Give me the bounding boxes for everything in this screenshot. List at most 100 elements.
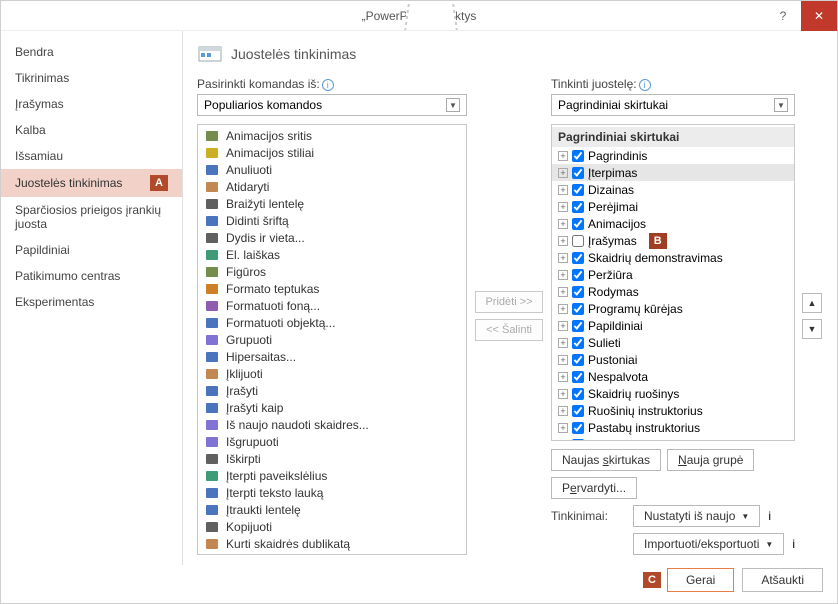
expand-icon[interactable]: +	[558, 236, 568, 246]
expand-icon[interactable]: +	[558, 338, 568, 348]
tab-checkbox[interactable]	[572, 303, 584, 315]
sidebar-item[interactable]: Bendra	[1, 39, 182, 65]
customize-ribbon-combo[interactable]: Pagrindiniai skirtukai ▼	[551, 94, 795, 116]
command-item[interactable]: Įrašyti	[198, 382, 466, 399]
tab-tree-item[interactable]: +Skaidrių demonstravimas	[552, 249, 794, 266]
command-item[interactable]: Figūros	[198, 263, 466, 280]
command-item[interactable]: Didinti šriftą	[198, 212, 466, 229]
expand-icon[interactable]: +	[558, 372, 568, 382]
tab-checkbox[interactable]	[572, 405, 584, 417]
expand-icon[interactable]: +	[558, 219, 568, 229]
tab-tree-item[interactable]: +Dizainas	[552, 181, 794, 198]
expand-icon[interactable]: +	[558, 253, 568, 263]
tab-tree-item[interactable]: +Pagrindinis	[552, 147, 794, 164]
command-item[interactable]: Formatuoti objektą...	[198, 314, 466, 331]
command-item[interactable]: Maketas	[198, 552, 466, 555]
tab-tree-item[interactable]: +Programų kūrėjas	[552, 300, 794, 317]
command-item[interactable]: Dydis ir vieta...	[198, 229, 466, 246]
tab-checkbox[interactable]	[572, 184, 584, 196]
command-item[interactable]: Atidaryti	[198, 178, 466, 195]
tab-tree-item[interactable]: +Pastabų instruktorius	[552, 419, 794, 436]
tab-checkbox[interactable]	[572, 167, 584, 179]
command-item[interactable]: Įterpti paveikslėlius	[198, 467, 466, 484]
expand-icon[interactable]: +	[558, 185, 568, 195]
new-group-button[interactable]: Nauja grupė	[667, 449, 754, 471]
command-item[interactable]: Kurti skaidrės dublikatą	[198, 535, 466, 552]
tab-checkbox[interactable]	[572, 354, 584, 366]
add-button[interactable]: Pridėti >>	[475, 291, 543, 313]
tab-tree-item[interactable]: +Įterpimas	[552, 164, 794, 181]
help-button[interactable]: ?	[765, 1, 801, 31]
info-icon[interactable]: i	[639, 79, 651, 91]
tab-checkbox[interactable]	[572, 422, 584, 434]
tab-checkbox[interactable]	[572, 388, 584, 400]
command-item[interactable]: Įterpti teksto lauką	[198, 484, 466, 501]
tab-tree-item[interactable]: +Nespalvota	[552, 368, 794, 385]
expand-icon[interactable]: +	[558, 406, 568, 416]
expand-icon[interactable]: +	[558, 423, 568, 433]
expand-icon[interactable]: +	[558, 202, 568, 212]
command-item[interactable]: Grupuoti	[198, 331, 466, 348]
tab-checkbox[interactable]	[572, 218, 584, 230]
commands-listbox[interactable]: Animacijos sritisAnimacijos stiliaiAnuli…	[197, 124, 467, 555]
cancel-button[interactable]: Atšaukti	[742, 568, 823, 592]
tab-tree-item[interactable]: +Peržiūra	[552, 266, 794, 283]
tab-tree-item[interactable]: +Perėjimai	[552, 198, 794, 215]
command-item[interactable]: Išgrupuoti	[198, 433, 466, 450]
expand-icon[interactable]: +	[558, 168, 568, 178]
tab-checkbox[interactable]	[572, 337, 584, 349]
tab-checkbox[interactable]	[572, 269, 584, 281]
move-up-button[interactable]: ▲	[802, 293, 822, 313]
command-item[interactable]: Iškirpti	[198, 450, 466, 467]
expand-icon[interactable]: +	[558, 321, 568, 331]
tab-tree-item[interactable]: +Pustoniai	[552, 351, 794, 368]
command-item[interactable]: Formatuoti foną...	[198, 297, 466, 314]
sidebar-item[interactable]: Sparčiosios prieigos įrankių juosta	[1, 197, 182, 237]
expand-icon[interactable]: +	[558, 355, 568, 365]
command-item[interactable]: Animacijos stiliai	[198, 144, 466, 161]
tab-tree-item[interactable]: +Rodymas	[552, 283, 794, 300]
sidebar-item[interactable]: Juostelės tinkinimasA	[1, 169, 182, 197]
tab-tree-item[interactable]: +ĮrašymasB	[552, 232, 794, 249]
tab-tree-item[interactable]: +Skaidrių ruošinys	[552, 385, 794, 402]
command-item[interactable]: Įtraukti lentelę	[198, 501, 466, 518]
tab-checkbox[interactable]	[572, 252, 584, 264]
command-item[interactable]: Animacijos sritis	[198, 127, 466, 144]
expand-icon[interactable]: +	[558, 287, 568, 297]
sidebar-item[interactable]: Išsamiau	[1, 143, 182, 169]
command-item[interactable]: Anuliuoti	[198, 161, 466, 178]
expand-icon[interactable]: +	[558, 304, 568, 314]
expand-icon[interactable]: +	[558, 389, 568, 399]
info-icon[interactable]: i	[792, 537, 795, 551]
tab-checkbox[interactable]	[572, 439, 584, 442]
reset-dropdown[interactable]: Nustatyti iš naujo ▼	[633, 505, 760, 527]
command-item[interactable]: El. laiškas	[198, 246, 466, 263]
tab-checkbox[interactable]	[572, 235, 584, 247]
ok-button[interactable]: Gerai	[667, 568, 734, 592]
command-item[interactable]: Hipersaitas...	[198, 348, 466, 365]
move-down-button[interactable]: ▼	[802, 319, 822, 339]
rename-button[interactable]: Pervardyti...	[551, 477, 637, 499]
info-icon[interactable]: i	[768, 509, 771, 523]
sidebar-item[interactable]: Eksperimentas	[1, 289, 182, 315]
sidebar-item[interactable]: Kalba	[1, 117, 182, 143]
info-icon[interactable]: i	[322, 79, 334, 91]
choose-commands-combo[interactable]: Populiarios komandos ▼	[197, 94, 467, 116]
tab-checkbox[interactable]	[572, 371, 584, 383]
sidebar-item[interactable]: Papildiniai	[1, 237, 182, 263]
close-button[interactable]: ✕	[801, 1, 837, 31]
tab-tree-item[interactable]: +Foninis šalinimas	[552, 436, 794, 441]
expand-icon[interactable]: +	[558, 270, 568, 280]
command-item[interactable]: Kopijuoti	[198, 518, 466, 535]
sidebar-item[interactable]: Tikrinimas	[1, 65, 182, 91]
tab-tree-item[interactable]: +Sulieti	[552, 334, 794, 351]
tab-checkbox[interactable]	[572, 320, 584, 332]
tab-checkbox[interactable]	[572, 150, 584, 162]
command-item[interactable]: Iš naujo naudoti skaidres...	[198, 416, 466, 433]
command-item[interactable]: Įklijuoti	[198, 365, 466, 382]
sidebar-item[interactable]: Patikimumo centras	[1, 263, 182, 289]
tab-checkbox[interactable]	[572, 286, 584, 298]
import-export-dropdown[interactable]: Importuoti/eksportuoti ▼	[633, 533, 784, 555]
tabs-treeview[interactable]: Pagrindiniai skirtukai+Pagrindinis+Įterp…	[551, 124, 795, 441]
tab-checkbox[interactable]	[572, 201, 584, 213]
